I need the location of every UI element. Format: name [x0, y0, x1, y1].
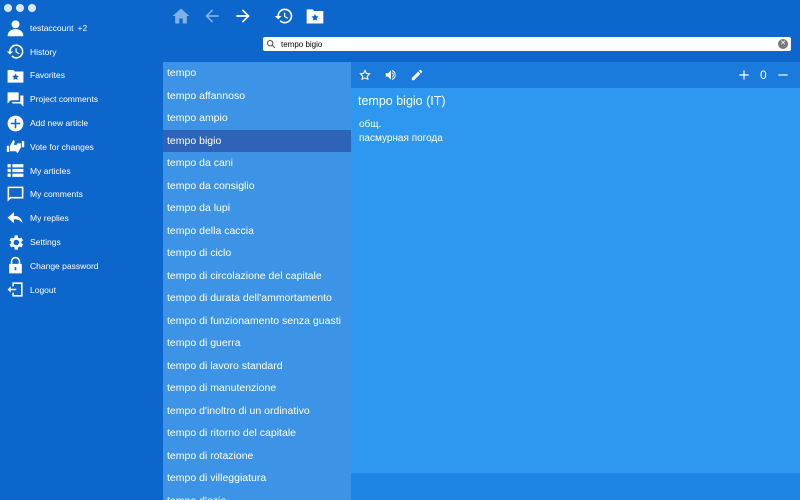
arrow-right-icon — [236, 9, 250, 23]
sidebar-item-settings[interactable]: Settings — [0, 230, 163, 254]
sidebar-item-my-comments[interactable]: My comments — [0, 183, 163, 207]
article-category: общ. — [359, 119, 382, 130]
sidebar-item-label: Favorites — [30, 70, 65, 81]
minus-icon — [778, 74, 788, 76]
pencil-icon — [411, 69, 423, 81]
clear-search-icon[interactable]: ✕ — [778, 39, 788, 49]
history-button[interactable] — [273, 5, 295, 27]
list-item[interactable]: tempo di lavoro standard — [163, 355, 351, 378]
list-item[interactable]: tempo di ritorno del capitale — [163, 422, 351, 445]
article-title: tempo bigio (IT) — [358, 94, 446, 108]
sidebar-item-label: My replies — [30, 213, 69, 224]
window-close-button[interactable] — [4, 4, 12, 12]
sidebar-item-label: Vote for changes — [30, 141, 94, 152]
search-input[interactable] — [278, 38, 778, 50]
window-zoom-button[interactable] — [28, 4, 36, 12]
comment-icon — [4, 184, 26, 204]
list-item[interactable]: tempo di circolazione del capitale — [163, 265, 351, 288]
sidebar-item-label: Settings — [30, 237, 61, 248]
article-toolbar: 0 — [351, 62, 800, 88]
sidebar-item-my-articles[interactable]: My articles — [0, 159, 163, 183]
arrow-left-icon — [205, 9, 219, 23]
sidebar: testaccount +2 History Favorites Project… — [0, 0, 163, 500]
home-button[interactable] — [170, 5, 192, 27]
article-translation[interactable]: пасмурная погода — [359, 132, 443, 146]
sidebar-item-add-article[interactable]: Add new article — [0, 111, 163, 135]
favorites-icon — [4, 65, 26, 85]
sidebar-item-account[interactable]: testaccount +2 — [0, 16, 163, 40]
vote-count: 0 — [760, 68, 767, 82]
list-item[interactable]: tempo della caccia — [163, 220, 351, 243]
star-outline-icon — [359, 69, 371, 81]
account-count: +2 — [77, 22, 88, 33]
list-item[interactable]: tempo di guerra — [163, 332, 351, 355]
window-controls — [4, 4, 36, 12]
sidebar-item-logout[interactable]: Logout — [0, 278, 163, 302]
account-name: testaccount — [30, 22, 74, 33]
article-pane: tempo bigio (IT) общ. пасмурная погода — [351, 88, 800, 473]
sidebar-item-label: My articles — [30, 165, 71, 176]
back-button[interactable] — [201, 5, 223, 27]
list-item[interactable]: tempo di funzionamento senza guasti — [163, 310, 351, 333]
pronounce-button[interactable] — [383, 67, 399, 83]
favorites-folder-icon — [306, 9, 324, 24]
list-item[interactable]: tempo da cani — [163, 152, 351, 175]
list-item[interactable]: tempo affannoso — [163, 85, 351, 108]
list-item[interactable]: tempo di villeggiatura — [163, 467, 351, 490]
list-item[interactable]: tempo d'ozio — [163, 490, 351, 500]
add-icon — [4, 113, 26, 133]
vote-up-button[interactable] — [736, 67, 752, 83]
favorites-button[interactable] — [304, 5, 326, 27]
sidebar-item-label: History — [30, 46, 57, 57]
sidebar-item-history[interactable]: History — [0, 40, 163, 64]
list-item[interactable]: tempo da consiglio — [163, 175, 351, 198]
list-item[interactable]: tempo di ciclo — [163, 242, 351, 265]
sidebar-item-favorites[interactable]: Favorites — [0, 64, 163, 88]
window-minimize-button[interactable] — [16, 4, 24, 12]
logout-icon — [4, 280, 26, 300]
sidebar-nav: testaccount +2 History Favorites Project… — [0, 16, 163, 302]
list-icon — [4, 161, 26, 181]
thumbs-icon — [4, 137, 26, 157]
sidebar-item-label: Logout — [30, 284, 56, 295]
list-item[interactable]: tempo ampio — [163, 107, 351, 130]
list-item[interactable]: tempo d'inoltro di un ordinativo — [163, 400, 351, 423]
gear-icon — [4, 232, 26, 252]
vote-down-button[interactable] — [775, 67, 791, 83]
history-icon — [274, 8, 293, 24]
sidebar-item-label: Change password — [30, 260, 99, 271]
list-item[interactable]: tempo di durata dell'ammortamento — [163, 287, 351, 310]
edit-button[interactable] — [409, 67, 425, 83]
list-item[interactable]: tempo di manutenzione — [163, 377, 351, 400]
sidebar-item-label: My comments — [30, 189, 83, 200]
list-item[interactable]: tempo da lupi — [163, 197, 351, 220]
sidebar-item-my-replies[interactable]: My replies — [0, 206, 163, 230]
sidebar-item-change-password[interactable]: Change password — [0, 254, 163, 278]
search-icon — [266, 38, 278, 50]
forward-button[interactable] — [232, 5, 254, 27]
list-item[interactable]: tempo bigio — [163, 129, 351, 152]
user-icon — [4, 18, 26, 38]
article-body: общ. пасмурная погода — [359, 118, 443, 146]
reply-icon — [4, 208, 26, 228]
speaker-icon — [385, 70, 396, 80]
sidebar-item-label: Add new article — [30, 118, 89, 129]
home-icon — [172, 8, 190, 24]
comments-icon — [4, 89, 26, 109]
top-toolbar: ✕ — [163, 0, 800, 62]
plus-icon — [739, 70, 749, 80]
sidebar-item-project-comments[interactable]: Project comments — [0, 87, 163, 111]
sidebar-item-vote[interactable]: Vote for changes — [0, 135, 163, 159]
article-footer — [351, 473, 800, 500]
lock-icon — [4, 256, 26, 276]
list-item[interactable]: tempo — [163, 62, 351, 85]
list-item[interactable]: tempo di rotazione — [163, 445, 351, 468]
search-box: ✕ — [263, 37, 791, 51]
add-favorite-button[interactable] — [357, 67, 373, 83]
word-list: tempo tempo affannoso tempo ampio tempo big… — [163, 62, 351, 500]
sidebar-item-label: Project comments — [30, 94, 99, 105]
history-icon — [4, 42, 26, 62]
